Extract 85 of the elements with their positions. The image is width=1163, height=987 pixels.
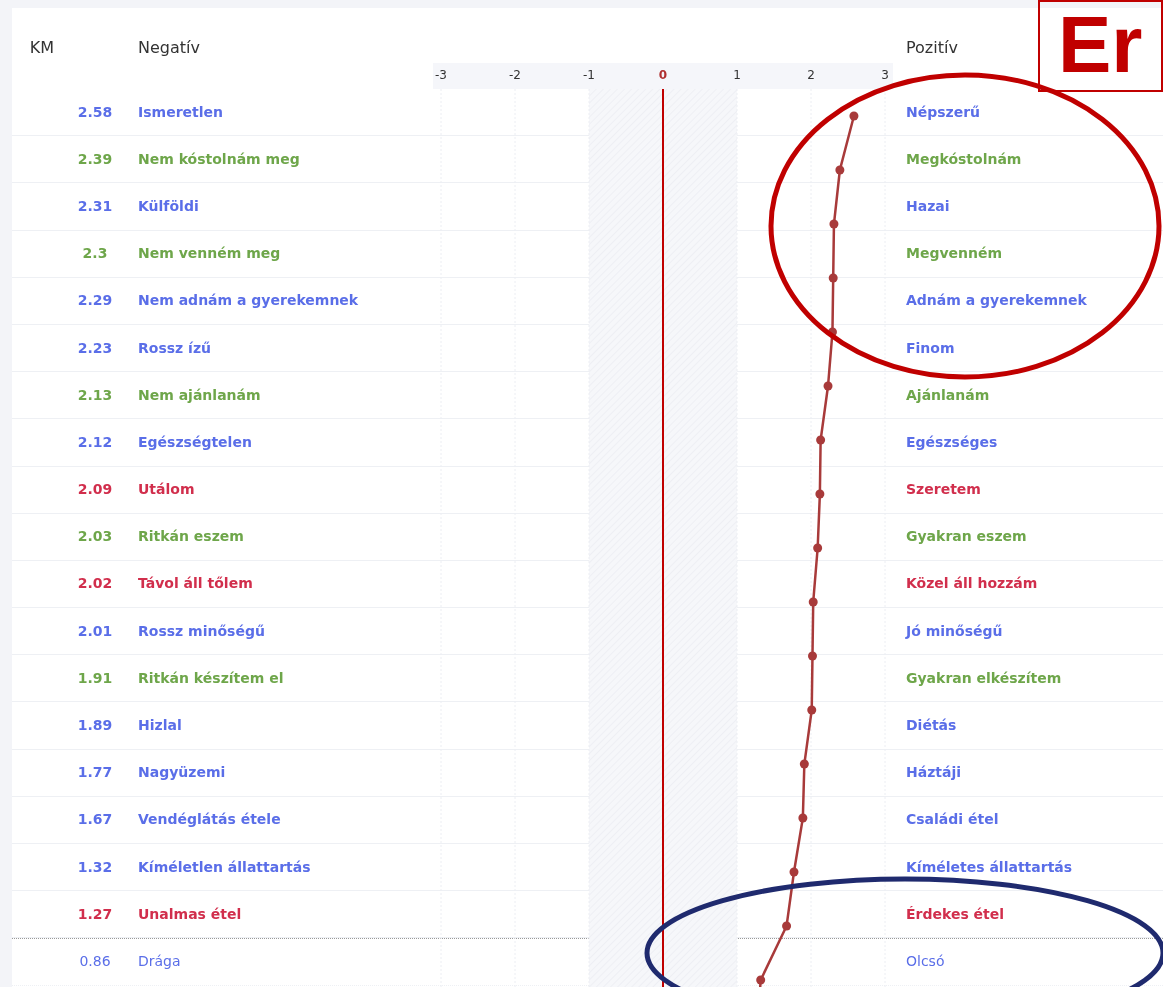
column-header: KM xyxy=(28,37,54,59)
positive-label: Diétás xyxy=(906,717,957,734)
score-value: 2.03 xyxy=(76,527,114,547)
data-point xyxy=(808,597,818,607)
score-value: 2.39 xyxy=(76,149,114,169)
positive-label: Megkóstolnám xyxy=(906,150,1022,167)
data-point xyxy=(813,543,823,553)
score-value: 2.23 xyxy=(76,338,114,358)
positive-label: Adnám a gyerekemnek xyxy=(906,292,1087,309)
score-value: 2.09 xyxy=(76,480,114,500)
negative-label: Ritkán eszem xyxy=(138,528,244,545)
data-point xyxy=(815,489,825,499)
negative-label: Nem adnám a gyerekemnek xyxy=(138,292,359,309)
data-point xyxy=(782,921,792,931)
column-header: Negatív xyxy=(138,37,201,59)
positive-label: Hazai xyxy=(906,197,950,214)
negative-label: Külföldi xyxy=(138,197,199,214)
score-value: 1.27 xyxy=(76,904,114,924)
negative-label: Távol áll tőlem xyxy=(138,575,253,592)
data-point xyxy=(827,327,837,337)
data-point xyxy=(828,273,838,283)
negative-label: Egészségtelen xyxy=(138,433,252,450)
score-value: 2.02 xyxy=(76,574,114,594)
positive-label: Családi étel xyxy=(906,811,999,828)
data-point xyxy=(816,435,826,445)
data-point xyxy=(835,165,845,175)
positive-label: Közel áll hozzám xyxy=(906,575,1038,592)
positive-label: Háztáji xyxy=(906,764,962,781)
negative-label: Hizlal xyxy=(138,717,182,734)
negative-label: Nem venném meg xyxy=(138,245,281,262)
annotation-title: Er xyxy=(1038,0,1163,92)
score-value: 2.3 xyxy=(81,244,109,264)
negative-label: Rossz minőségű xyxy=(138,622,265,639)
positive-label: Gyakran elkészítem xyxy=(906,669,1062,686)
negative-label: Nagyüzemi xyxy=(138,764,226,781)
negative-label: Vendéglátás étele xyxy=(138,811,281,828)
positive-label: Egészséges xyxy=(906,433,998,450)
data-point xyxy=(849,111,859,121)
negative-label: Ritkán készítem el xyxy=(138,669,284,686)
score-value: 2.01 xyxy=(76,621,114,641)
score-value: 2.58 xyxy=(76,102,114,122)
positive-label: Érdekes étel xyxy=(906,905,1005,922)
score-value: 1.67 xyxy=(76,810,114,830)
axis-tick-label: -2 xyxy=(509,67,521,84)
negative-label: Unalmas étel xyxy=(138,905,242,922)
negative-label: Drága xyxy=(138,953,181,970)
data-point xyxy=(829,219,839,229)
positive-label: Népszerű xyxy=(906,103,981,120)
data-point xyxy=(808,651,817,661)
score-value: 2.31 xyxy=(76,196,114,216)
data-point xyxy=(789,867,799,877)
data-point xyxy=(798,813,808,823)
negative-label: Utálom xyxy=(138,481,195,498)
axis-tick-label: 2 xyxy=(807,67,815,84)
data-point xyxy=(823,381,833,391)
score-value: 1.89 xyxy=(76,716,114,736)
positive-label: Ajánlanám xyxy=(906,386,990,403)
axis-tick-label: -1 xyxy=(583,67,595,84)
score-value: 1.91 xyxy=(76,668,114,688)
positive-label: Kíméletes állattartás xyxy=(906,858,1073,875)
positive-label: Szeretem xyxy=(906,481,981,498)
score-value: 2.13 xyxy=(76,385,114,405)
score-value: 2.29 xyxy=(76,291,114,311)
score-value: 1.32 xyxy=(76,857,114,877)
negative-label: Nem kóstolnám meg xyxy=(138,150,300,167)
negative-label: Ismeretlen xyxy=(138,103,223,120)
axis-tick-label: 3 xyxy=(881,67,889,84)
positive-label: Megvenném xyxy=(906,245,1003,262)
positive-label: Gyakran eszem xyxy=(906,528,1027,545)
negative-label: Rossz ízű xyxy=(138,339,211,356)
negative-label: Nem ajánlanám xyxy=(138,386,261,403)
data-point xyxy=(807,705,817,715)
column-header: Pozitív xyxy=(905,37,958,59)
axis-tick-label: 1 xyxy=(733,67,741,84)
negative-label: Kíméletlen állattartás xyxy=(138,858,311,875)
positive-label: Finom xyxy=(906,339,955,356)
score-value: 0.86 xyxy=(78,952,112,972)
data-point xyxy=(756,975,766,985)
score-value: 2.12 xyxy=(76,432,114,452)
data-point xyxy=(799,759,809,769)
axis-tick-label: -3 xyxy=(435,67,447,84)
positive-label: Olcsó xyxy=(906,953,945,970)
axis-tick-label: 0 xyxy=(658,67,668,84)
positive-label: Jó minőségű xyxy=(906,622,1003,639)
score-value: 1.77 xyxy=(76,763,114,783)
